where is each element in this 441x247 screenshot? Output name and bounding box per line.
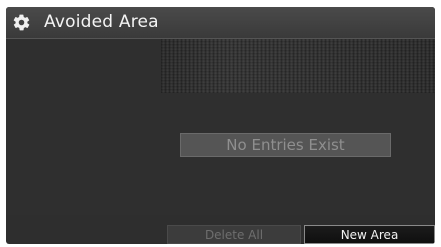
page-title: Avoided Area <box>44 12 159 32</box>
empty-state-box: No Entries Exist <box>180 133 391 157</box>
new-area-button[interactable]: New Area <box>304 225 435 244</box>
background-texture <box>161 39 435 93</box>
delete-all-button[interactable]: Delete All <box>167 225 301 244</box>
empty-state-message: No Entries Exist <box>226 136 345 154</box>
gear-icon <box>12 13 31 32</box>
title-bar: Avoided Area <box>6 7 435 39</box>
avoided-area-screen: Avoided Area No Entries Exist Delete All… <box>6 7 435 244</box>
